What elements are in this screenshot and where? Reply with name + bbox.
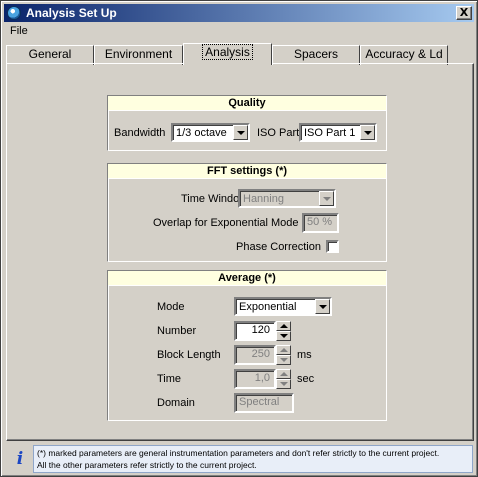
tab-spacers[interactable]: Spacers xyxy=(272,45,360,65)
chevron-down-icon[interactable] xyxy=(315,299,330,314)
bandwidth-select[interactable]: 1/3 octave xyxy=(171,123,250,142)
block-length-label: Block Length xyxy=(157,349,221,361)
average-group: Average (*) Mode Exponential Number 120 … xyxy=(107,270,387,421)
info-bar: i (*) marked parameters are general inst… xyxy=(6,445,474,473)
time-window-value: Hanning xyxy=(243,193,284,205)
tab-label: Spacers xyxy=(293,47,339,61)
chevron-down-icon[interactable] xyxy=(276,355,291,365)
window-title: Analysis Set Up xyxy=(26,6,117,20)
chevron-down-icon[interactable] xyxy=(276,331,291,341)
tab-label: Accuracy & Ld xyxy=(365,47,443,61)
analysis-setup-window: Analysis Set Up X File General Environme… xyxy=(0,0,478,477)
bandwidth-value: 1/3 octave xyxy=(176,127,227,139)
time-unit: sec xyxy=(297,373,315,385)
analysis-tab-panel: Quality Bandwidth 1/3 octave ISO Part IS… xyxy=(6,63,474,441)
time-stepper[interactable] xyxy=(276,369,291,389)
info-line-2: All the other parameters refer strictly … xyxy=(37,460,257,470)
phase-correction-checkbox[interactable] xyxy=(326,240,339,253)
mode-label: Mode xyxy=(157,301,185,313)
number-label: Number xyxy=(157,325,197,337)
block-length-field[interactable]: 250 xyxy=(234,345,276,365)
overlap-label: Overlap for Exponential Mode xyxy=(153,217,299,229)
chevron-up-icon[interactable] xyxy=(276,321,291,331)
tab-label: General xyxy=(28,47,72,61)
tab-environment[interactable]: Environment xyxy=(94,45,183,65)
info-message: (*) marked parameters are general instru… xyxy=(33,445,473,473)
tab-accuracy-ld[interactable]: Accuracy & Ld xyxy=(360,45,448,65)
domain-label: Domain xyxy=(157,397,195,409)
time-field[interactable]: 1,0 xyxy=(234,369,276,389)
iso-part-label: ISO Part xyxy=(257,127,300,139)
menu-bar: File xyxy=(4,23,474,41)
mode-select[interactable]: Exponential xyxy=(234,297,332,316)
info-line-1: (*) marked parameters are general instru… xyxy=(37,448,440,458)
close-button[interactable]: X xyxy=(456,6,472,20)
iso-part-value: ISO Part 1 xyxy=(304,127,356,139)
bandwidth-label: Bandwidth xyxy=(114,127,166,139)
fft-settings-group: FFT settings (*) Time Window Hanning Ove… xyxy=(107,163,387,262)
chevron-up-icon[interactable] xyxy=(276,345,291,355)
app-globe-icon xyxy=(7,6,21,20)
chevron-down-icon[interactable] xyxy=(360,125,375,140)
tab-label: Analysis xyxy=(202,44,253,60)
domain-field[interactable]: Spectral xyxy=(234,393,294,413)
time-window-select[interactable]: Hanning xyxy=(238,189,336,208)
chevron-down-icon[interactable] xyxy=(233,125,248,140)
chevron-down-icon[interactable] xyxy=(319,191,334,206)
overlap-field[interactable]: 50 % xyxy=(302,213,339,233)
chevron-down-icon[interactable] xyxy=(276,379,291,389)
mode-value: Exponential xyxy=(239,301,297,313)
quality-group: Quality Bandwidth 1/3 octave ISO Part IS… xyxy=(107,95,387,151)
time-label: Time xyxy=(157,373,182,385)
number-field[interactable]: 120 xyxy=(234,321,276,341)
average-header: Average (*) xyxy=(108,271,386,286)
fft-settings-header: FFT settings (*) xyxy=(108,164,386,179)
phase-correction-label: Phase Correction xyxy=(236,241,321,253)
tab-analysis[interactable]: Analysis xyxy=(183,43,272,65)
iso-part-select[interactable]: ISO Part 1 xyxy=(299,123,377,142)
number-stepper[interactable] xyxy=(276,321,291,341)
chevron-up-icon[interactable] xyxy=(276,369,291,379)
menu-file[interactable]: File xyxy=(10,25,28,37)
tab-label: Environment xyxy=(104,47,173,61)
tab-general[interactable]: General xyxy=(6,45,94,65)
quality-header: Quality xyxy=(108,96,386,111)
block-length-unit: ms xyxy=(297,349,312,361)
tab-strip: General Environment Analysis Spacers Acc… xyxy=(6,43,474,65)
info-icon: i xyxy=(16,449,24,469)
title-bar[interactable]: Analysis Set Up X xyxy=(4,4,474,22)
block-length-stepper[interactable] xyxy=(276,345,291,365)
